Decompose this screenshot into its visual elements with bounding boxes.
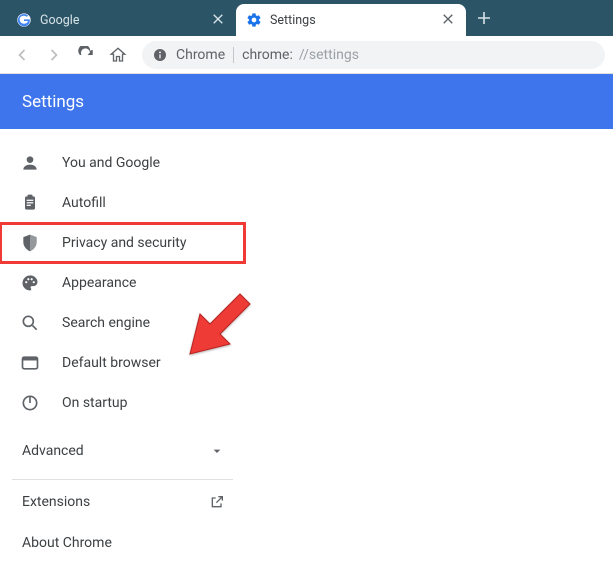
- external-link-icon: [209, 494, 225, 510]
- sidebar-item-label: Privacy and security: [62, 235, 186, 251]
- sidebar-item-label: Appearance: [62, 275, 136, 291]
- browser-icon: [20, 353, 40, 373]
- tab-settings[interactable]: Settings: [236, 4, 466, 36]
- shield-icon: [20, 233, 40, 253]
- sidebar-item-label: Search engine: [62, 315, 150, 331]
- back-button[interactable]: [8, 41, 36, 69]
- address-bar[interactable]: Chrome chrome://settings: [142, 41, 605, 69]
- site-info-icon[interactable]: [152, 47, 168, 63]
- content: You and Google Autofill Privacy and secu…: [0, 129, 613, 562]
- about-label: About Chrome: [22, 535, 112, 551]
- tab-title: Google: [40, 13, 206, 28]
- settings-favicon: [246, 12, 262, 28]
- chevron-down-icon: [209, 443, 225, 459]
- google-favicon: [16, 12, 32, 28]
- sidebar-item-on-startup[interactable]: On startup: [0, 383, 245, 423]
- advanced-label: Advanced: [22, 443, 84, 459]
- sidebar-item-label: On startup: [62, 395, 128, 411]
- sidebar-item-label: You and Google: [62, 155, 160, 171]
- clipboard-icon: [20, 193, 40, 213]
- extensions-label: Extensions: [22, 494, 90, 510]
- tab-google[interactable]: Google: [6, 4, 236, 36]
- reload-button[interactable]: [72, 41, 100, 69]
- sidebar-item-search-engine[interactable]: Search engine: [0, 303, 245, 343]
- tab-title: Settings: [270, 13, 436, 28]
- power-icon: [20, 393, 40, 413]
- sidebar-item-about-chrome[interactable]: About Chrome: [0, 524, 245, 562]
- tab-strip: Google Settings: [0, 0, 613, 36]
- close-icon[interactable]: [442, 13, 456, 27]
- omnibox-divider: [233, 47, 234, 63]
- sidebar-item-label: Default browser: [62, 355, 161, 371]
- settings-sidebar: You and Google Autofill Privacy and secu…: [0, 129, 245, 562]
- advanced-toggle[interactable]: Advanced: [0, 429, 245, 473]
- home-button[interactable]: [104, 41, 132, 69]
- close-icon[interactable]: [212, 13, 226, 27]
- sidebar-item-default-browser[interactable]: Default browser: [0, 343, 245, 383]
- settings-header: Settings: [0, 74, 613, 129]
- sidebar-item-you-and-google[interactable]: You and Google: [0, 143, 245, 183]
- sidebar-item-extensions[interactable]: Extensions: [0, 480, 245, 524]
- page-title: Settings: [22, 92, 84, 112]
- toolbar: Chrome chrome://settings: [0, 36, 613, 74]
- sidebar-item-privacy-security[interactable]: Privacy and security: [0, 223, 245, 263]
- sidebar-item-autofill[interactable]: Autofill: [0, 183, 245, 223]
- person-icon: [20, 153, 40, 173]
- new-tab-button[interactable]: [470, 4, 498, 32]
- sidebar-item-label: Autofill: [62, 195, 106, 211]
- forward-button[interactable]: [40, 41, 68, 69]
- search-icon: [20, 313, 40, 333]
- palette-icon: [20, 273, 40, 293]
- url-text: chrome://settings: [242, 47, 359, 63]
- origin-chip: Chrome: [176, 47, 225, 63]
- sidebar-item-appearance[interactable]: Appearance: [0, 263, 245, 303]
